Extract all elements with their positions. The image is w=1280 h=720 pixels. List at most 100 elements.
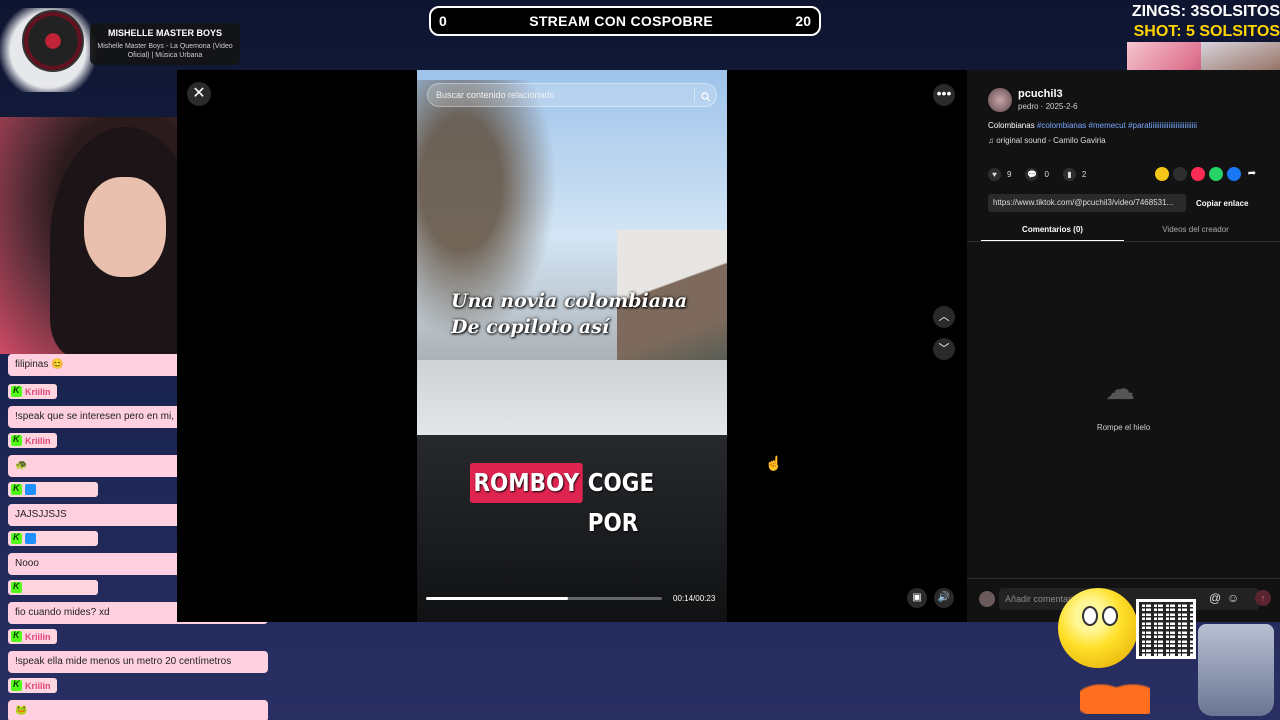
chat-username [8,482,98,497]
tab-comments[interactable]: Comentarios (0) [981,222,1124,242]
empty-comments-icon: ☁ [1105,373,1135,406]
video-progress-bar[interactable] [426,597,662,600]
chat-message-text: !speak ella mide menos un metro 20 centí… [8,651,268,673]
music-note-icon: ♫ [988,136,997,145]
saves-count: 2 [1081,170,1087,179]
link-row: https://www.tiktok.com/@pcuchil3/video/7… [988,194,1252,212]
video-info-panel: pcuchil3 pedro · 2025-2-6 Colombianas #c… [967,70,1280,622]
chat-username: Kriilin [8,629,57,644]
smiley-mascot [1058,588,1138,668]
kick-badge-icon [11,483,22,495]
video-description: Colombianas #colombianas #memecut #parat… [988,121,1268,130]
avatar [979,591,995,607]
share-buttons: ➦ [1155,167,1259,181]
qr-pattern [1139,602,1193,656]
vinyl-disc-icon [22,10,84,72]
video-link-field[interactable]: https://www.tiktok.com/@pcuchil3/video/7… [988,194,1186,212]
mention-icon[interactable]: @ [1209,591,1221,605]
comment-icon[interactable]: 💬 [1025,168,1039,181]
video-progress-fill [426,597,568,600]
divider [967,578,1280,579]
picture-in-picture-button[interactable]: ▣ [907,588,927,608]
close-button[interactable]: ✕ [187,82,211,106]
sound-link[interactable]: ♫ original sound - Camilo Gaviria [988,136,1106,145]
more-dots-icon: ••• [936,85,952,101]
empty-comments-text: Rompe el hielo [1096,423,1151,432]
now-playing-box: MISHELLE MASTER BOYS Mishelle Master Boy… [90,23,240,65]
coin-icon[interactable] [1155,167,1169,181]
chat-username-text: Kriilin [25,680,51,691]
chat-message-text: 🐸 [8,700,268,720]
chat-username: Kriilin [8,678,57,693]
whatsapp-icon[interactable] [1209,167,1223,181]
share-arrow-icon[interactable]: ➦ [1245,167,1259,181]
volume-button[interactable]: 🔊 [934,588,954,608]
chat-username: Kriilin [8,384,57,399]
search-icon[interactable] [694,88,711,102]
sound-name: original sound - Camilo Gaviria [996,136,1106,145]
kick-badge-icon [11,630,22,642]
send-icon[interactable] [1191,167,1205,181]
score-title: STREAM CON COSPOBRE [529,13,714,29]
subscriber-badge-icon [25,484,36,495]
avatar[interactable] [988,88,1012,112]
facebook-icon[interactable] [1227,167,1241,181]
next-video-button[interactable]: ﹀ [933,338,955,360]
video-viewer: ✕ Buscar contenido relacionado Una novia… [177,70,967,622]
chat-username [8,531,98,546]
chat-username-text: Kriilin [25,631,51,642]
webcam-face [84,177,166,277]
score-left: 0 [439,13,447,29]
related-search-placeholder: Buscar contenido relacionado [436,90,555,100]
chevron-down-icon: ﹀ [938,343,950,355]
chat-username: Kriilin [8,433,57,448]
kick-badge-icon [11,581,22,593]
bookmark-icon[interactable]: ▮ [1062,168,1076,181]
divider [967,241,1280,242]
video-caption-top: Una novia colombiana De copiloto así [451,288,721,340]
mouse-cursor-icon: ☝ [765,455,783,471]
now-playing-song: Mishelle Master Boys - La Quemona (Video… [97,43,233,59]
previous-video-button[interactable]: ︿ [933,306,955,328]
mascot-feet [1080,670,1150,714]
score-right: 20 [795,13,811,29]
chat-username [8,580,98,595]
scoreboard: 0 STREAM CON COSPOBRE 20 [429,6,821,36]
copy-link-button[interactable]: Copiar enlace [1192,199,1252,208]
now-playing-title: MISHELLE MASTER BOYS [107,28,222,38]
caption-line-1: Una novia colombiana [451,290,688,312]
description-hashtags[interactable]: #colombianas #memecut #paratiiiiiiiiiiii… [1037,121,1197,130]
speaker-icon: 🔊 [937,592,951,603]
chevron-up-icon: ︿ [938,311,950,323]
subscriber-badge-icon [25,533,36,544]
likes-count: 9 [1007,170,1012,179]
close-icon: ✕ [192,85,206,102]
emoji-icon[interactable]: ☺ [1227,591,1239,605]
heart-icon[interactable]: ♥ [988,168,1001,181]
comments-count: 0 [1044,170,1049,179]
creator-username[interactable]: pcuchil3 [1018,88,1063,100]
tab-creator-videos[interactable]: Videos del creador [1124,222,1267,242]
description-text: Colombianas [988,121,1037,130]
mascot-eye [1082,606,1098,626]
video-player[interactable]: Buscar contenido relacionado Una novia c… [417,70,727,622]
trash-can-image [1198,624,1274,716]
caption-rest: COGE POR [587,468,655,537]
related-search-input[interactable]: Buscar contenido relacionado [427,83,717,107]
engagement-stats: ♥ 9 💬 0 ▮ 2 [988,168,1086,181]
qr-code [1136,599,1196,659]
kick-badge-icon [11,679,22,691]
caption-highlight: ROMBOY [470,463,583,503]
shot-text: SHOT: 5 SOLSITOS [1133,23,1280,40]
zings-overlay: ZINGS: 3SOLSITOS SHOT: 5 SOLSITOS [1110,2,1280,42]
more-options-button[interactable]: ••• [933,84,955,106]
pip-icon: ▣ [912,592,922,603]
caption-line-2: De copiloto así [451,316,610,338]
send-comment-icon[interactable]: ↑ [1255,590,1271,606]
embed-icon[interactable] [1173,167,1187,181]
chat-username-text: Kriilin [25,435,51,446]
creator-meta: pedro · 2025-2-6 [1018,102,1078,111]
chat-username-text: Kriilin [25,386,51,397]
mascot-eye [1102,606,1118,626]
chat-message: Kriilin !speak ella mide menos un metro … [8,629,268,673]
